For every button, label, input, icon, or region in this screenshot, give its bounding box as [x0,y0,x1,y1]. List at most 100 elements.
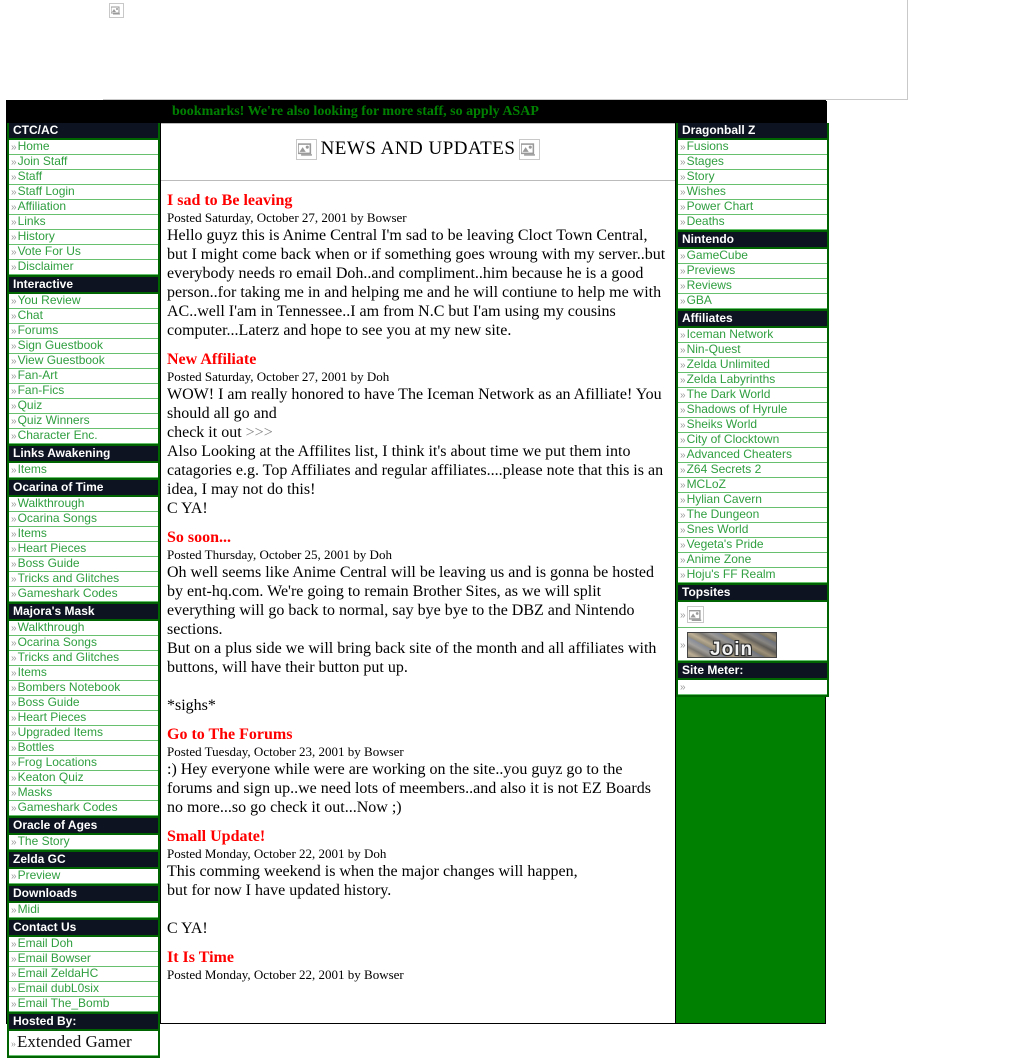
menu-item-shadows-of-hyrule[interactable]: »Shadows of Hyrule [678,403,827,418]
site-meter-counter[interactable]: » [678,680,827,695]
menu-item-forums[interactable]: »Forums [9,324,158,339]
menu-item-nin-quest[interactable]: »Nin-Quest [678,343,827,358]
menu-item-affiliation[interactable]: »Affiliation [9,200,158,215]
menu-item-snes-world[interactable]: »Snes World [678,523,827,538]
topsites-broken-banner[interactable]: » [678,602,827,628]
site-banner-broken-image[interactable] [103,0,908,100]
menu-item-power-chart[interactable]: »Power Chart [678,200,827,215]
menu-item-z64-secrets-2[interactable]: »Z64 Secrets 2 [678,463,827,478]
marquee-banner: bookmarks! We're also looking for more s… [160,101,827,123]
chevron-right-icon: » [11,788,17,799]
menu-item-join-staff[interactable]: »Join Staff [9,155,158,170]
menu-item-links[interactable]: »Links [9,215,158,230]
menu-item-fan-fics[interactable]: »Fan-Fics [9,384,158,399]
topsites-join-banner[interactable]: » Join [678,628,827,661]
menu-item-city-of-clocktown[interactable]: »City of Clocktown [678,433,827,448]
chevron-right-icon: » [680,540,686,551]
menu-item-the-story[interactable]: »The Story [9,835,158,850]
menu-item-frog-locations[interactable]: »Frog Locations [9,756,158,771]
menu-item-gamecube[interactable]: »GameCube [678,249,827,264]
menu-item-items[interactable]: »Items [9,527,158,542]
menu-item-masks[interactable]: »Masks [9,786,158,801]
menu-item-walkthrough[interactable]: »Walkthrough [9,497,158,512]
menu-item-bottles[interactable]: »Bottles [9,741,158,756]
menu-item-the-dark-world[interactable]: »The Dark World [678,388,827,403]
chevron-right-icon: » [11,589,17,600]
menu-item-advanced-cheaters[interactable]: »Advanced Cheaters [678,448,827,463]
menu-item-email-zeldahc[interactable]: »Email ZeldaHC [9,967,158,982]
menu-item-items[interactable]: »Items [9,666,158,681]
menu-item-email-bowser[interactable]: »Email Bowser [9,952,158,967]
join-button-image[interactable]: Join [686,631,777,658]
post-body-link[interactable]: >>> [246,424,273,441]
menu-item-reviews[interactable]: »Reviews [678,279,827,294]
menu-item-email-the-bomb[interactable]: »Email The_Bomb [9,997,158,1012]
menu-item-vote-for-us[interactable]: »Vote For Us [9,245,158,260]
menu-item-iceman-network[interactable]: »Iceman Network [678,328,827,343]
menu-item-tricks-and-glitches[interactable]: »Tricks and Glitches [9,651,158,666]
menu-item-email-doh[interactable]: »Email Doh [9,937,158,952]
menu-item-staff[interactable]: »Staff [9,170,158,185]
menu-item-zelda-labyrinths[interactable]: »Zelda Labyrinths [678,373,827,388]
chevron-right-icon: » [11,871,17,882]
menu-item-you-review[interactable]: »You Review [9,294,158,309]
menu-item-ocarina-songs[interactable]: »Ocarina Songs [9,512,158,527]
post-title: Go to The Forums [167,726,293,743]
menu-item-quiz-winners[interactable]: »Quiz Winners [9,414,158,429]
menu-block-oracle-of-ages: Oracle of Ages »The Story [7,818,160,852]
menu-item-previews[interactable]: »Previews [678,264,827,279]
menu-item-email-dubl0six[interactable]: »Email dubL0six [9,982,158,997]
menu-item-chat[interactable]: »Chat [9,309,158,324]
menu-item-sheiks-world[interactable]: »Sheiks World [678,418,827,433]
join-button-label: Join [710,638,754,658]
menu-item-bombers-notebook[interactable]: »Bombers Notebook [9,681,158,696]
menu-item-extended-gamer[interactable]: »Extended Gamer [9,1031,158,1056]
menu-item-story[interactable]: »Story [678,170,827,185]
menu-item-label: Advanced Cheaters [686,448,792,461]
menu-item-fusions[interactable]: »Fusions [678,140,827,155]
menu-item-mcloz[interactable]: »MCLoZ [678,478,827,493]
menu-item-boss-guide[interactable]: »Boss Guide [9,557,158,572]
menu-item-gameshark-codes[interactable]: »Gameshark Codes [9,801,158,816]
menu-item-home[interactable]: »Home [9,140,158,155]
menu-item-items[interactable]: »Items [9,463,158,478]
menu-item-anime-zone[interactable]: »Anime Zone [678,553,827,568]
menu-item-sign-guestbook[interactable]: »Sign Guestbook [9,339,158,354]
menu-item-keaton-quiz[interactable]: »Keaton Quiz [9,771,158,786]
menu-item-fan-art[interactable]: »Fan-Art [9,369,158,384]
menu-item-hylian-cavern[interactable]: »Hylian Cavern [678,493,827,508]
chevron-right-icon: » [11,247,17,258]
menu-item-vegeta-s-pride[interactable]: »Vegeta's Pride [678,538,827,553]
menu-item-heart-pieces[interactable]: »Heart Pieces [9,542,158,557]
menu-item-deaths[interactable]: »Deaths [678,215,827,230]
post-meta: Posted Monday, October 22, 2001 by Doh [167,846,387,861]
menu-block-interactive: Interactive »You Review »Chat »Forums »Sign … [7,277,160,446]
menu-item-preview[interactable]: »Preview [9,869,158,884]
menu-item-the-dungeon[interactable]: »The Dungeon [678,508,827,523]
menu-item-hoju-s-ff-realm[interactable]: »Hoju's FF Realm [678,568,827,583]
menu-item-boss-guide[interactable]: »Boss Guide [9,696,158,711]
post-meta: Posted Monday, October 22, 2001 by Bowse… [167,967,404,982]
menu-item-walkthrough[interactable]: »Walkthrough [9,621,158,636]
menu-block-downloads: Downloads »Midi [7,886,160,920]
menu-item-disclaimer[interactable]: »Disclaimer [9,260,158,275]
menu-item-quiz[interactable]: »Quiz [9,399,158,414]
menu-item-zelda-unlimited[interactable]: »Zelda Unlimited [678,358,827,373]
menu-item-ocarina-songs[interactable]: »Ocarina Songs [9,636,158,651]
menu-item-history[interactable]: »History [9,230,158,245]
menu-item-character-enc[interactable]: »Character Enc. [9,429,158,444]
menu-item-upgraded-items[interactable]: »Upgraded Items [9,726,158,741]
menu-item-tricks-and-glitches[interactable]: »Tricks and Glitches [9,572,158,587]
menu-item-stages[interactable]: »Stages [678,155,827,170]
menu-item-gameshark-codes[interactable]: »Gameshark Codes [9,587,158,602]
menu-item-label: Reviews [686,279,732,292]
menu-item-heart-pieces[interactable]: »Heart Pieces [9,711,158,726]
menu-item-label: Sign Guestbook [17,339,103,352]
menu-item-staff-login[interactable]: »Staff Login [9,185,158,200]
chevron-right-icon: » [680,330,686,341]
menu-item-view-guestbook[interactable]: »View Guestbook [9,354,158,369]
menu-item-gba[interactable]: »GBA [678,294,827,309]
menu-item-midi[interactable]: »Midi [9,903,158,918]
menu-item-wishes[interactable]: »Wishes [678,185,827,200]
post-body-line: check it out >>> [167,423,667,442]
